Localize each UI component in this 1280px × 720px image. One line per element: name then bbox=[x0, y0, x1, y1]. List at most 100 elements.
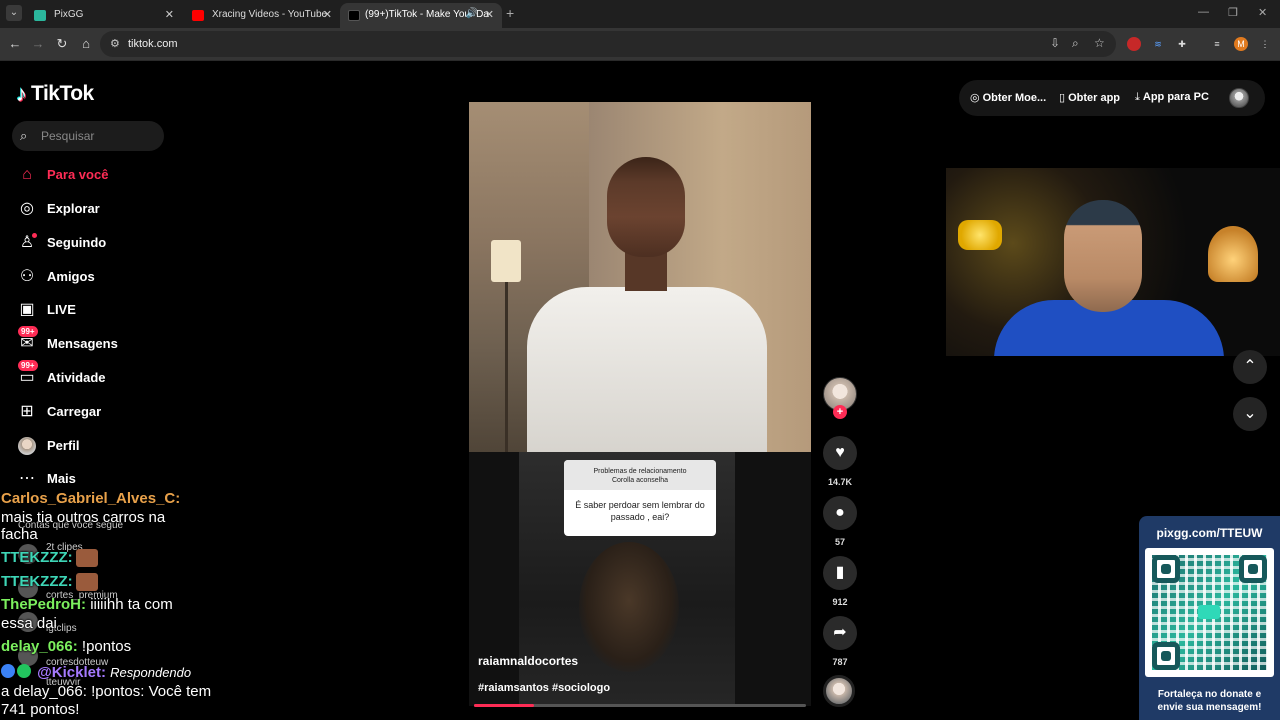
sidebar-item-atividade[interactable]: ▭ 99+ Atividade bbox=[16, 360, 176, 390]
sidebar-item-explorar[interactable]: ◎ Explorar bbox=[16, 197, 176, 221]
bookmark-icon: ▮ bbox=[835, 564, 845, 581]
tab-title: PixGG bbox=[54, 9, 84, 20]
coin-icon: ◎ bbox=[970, 92, 980, 104]
extension-red-icon[interactable] bbox=[1127, 37, 1141, 51]
profile-avatar-icon[interactable]: M bbox=[1234, 37, 1248, 51]
tab-search-button[interactable]: ⌄ bbox=[6, 5, 22, 21]
donate-message-line: Fortaleça no donate e bbox=[1157, 689, 1262, 700]
chat-username: @Kicklet: bbox=[37, 664, 106, 681]
browser-menu-icon[interactable]: ⋮ bbox=[1258, 37, 1272, 51]
save-button[interactable]: ▮ bbox=[823, 556, 857, 590]
extensions-puzzle-icon[interactable]: ✚ bbox=[1175, 37, 1189, 51]
pc-app-button[interactable]: ⤓ App para PC bbox=[1135, 91, 1209, 104]
qr-finder bbox=[1152, 642, 1180, 670]
chat-message: iiiiihh ta com bbox=[90, 596, 173, 613]
url-text[interactable]: tiktok.com bbox=[128, 38, 178, 50]
sidebar-item-mensagens[interactable]: ✉ 99+ Mensagens bbox=[16, 326, 176, 356]
close-icon[interactable]: ✕ bbox=[165, 8, 174, 21]
sidebar-item-label: Amigos bbox=[47, 269, 95, 284]
sidebar-item-para-voce[interactable]: ⌂ Para você bbox=[16, 163, 176, 187]
zoom-icon[interactable]: ⌕ bbox=[1072, 36, 1079, 51]
chat-message: facha bbox=[1, 526, 38, 543]
chat-message: a delay_066: !pontos: Você tem bbox=[1, 683, 212, 700]
sidebar-item-label: Seguindo bbox=[47, 235, 107, 250]
reading-list-icon[interactable]: ≡ bbox=[1210, 37, 1224, 51]
video-author[interactable]: raiamnaldocortes bbox=[478, 654, 578, 668]
question-header: Problemas de relacionamento Corolla acon… bbox=[564, 460, 716, 490]
site-info-icon[interactable]: ⚙ bbox=[110, 37, 120, 50]
toolbar-divider bbox=[0, 60, 1280, 61]
get-coins-button[interactable]: ◎ Obter Moe... bbox=[970, 91, 1046, 104]
video-person bbox=[527, 157, 767, 452]
close-icon[interactable]: ✕ bbox=[485, 8, 494, 21]
question-header-line: Problemas de relacionamento bbox=[593, 468, 687, 475]
sidebar-item-perfil[interactable]: Perfil bbox=[16, 434, 176, 458]
music-disc-icon[interactable] bbox=[823, 675, 855, 707]
chat-message: essa dai bbox=[1, 615, 57, 632]
sidebar-item-seguindo[interactable]: ♙ Seguindo bbox=[16, 231, 176, 255]
sidebar-item-live[interactable]: ▣ LIVE bbox=[16, 298, 176, 322]
webcam-person bbox=[994, 200, 1224, 356]
window-close-icon[interactable]: ✕ bbox=[1258, 6, 1267, 19]
live-icon: ▣ bbox=[19, 301, 35, 318]
tab-tiktok[interactable]: (99+)TikTok - Make Your Da 🔊 ✕ bbox=[340, 3, 502, 28]
forward-icon[interactable]: → bbox=[29, 35, 47, 53]
share-button[interactable]: ➦ bbox=[823, 616, 857, 650]
video-hashtags[interactable]: #raiamsantos #sociologo bbox=[478, 682, 610, 694]
new-tab-button[interactable]: + bbox=[506, 5, 514, 21]
chat-line: TTEKZZZ: bbox=[1, 549, 98, 568]
search-icon: ⌕ bbox=[20, 128, 28, 143]
logo-text: TikTok bbox=[31, 82, 94, 105]
home-icon[interactable]: ⌂ bbox=[77, 35, 95, 53]
close-icon[interactable]: ✕ bbox=[323, 8, 332, 21]
video-progress-bar[interactable] bbox=[474, 704, 806, 707]
previous-video-button[interactable]: ⌃ bbox=[1233, 350, 1267, 384]
donate-url: pixgg.com/TTEUW bbox=[1156, 526, 1263, 540]
chat-line: @Kicklet: Respondendo bbox=[1, 664, 191, 682]
tab-pixgg[interactable]: PixGG ✕ bbox=[22, 3, 182, 28]
restore-icon[interactable]: ❐ bbox=[1228, 6, 1238, 19]
extension-wave-icon[interactable]: ≋ bbox=[1151, 37, 1165, 51]
sidebar-item-mais[interactable]: ⋯ Mais bbox=[16, 467, 176, 491]
next-video-button[interactable]: ⌄ bbox=[1233, 397, 1267, 431]
lamp-shade bbox=[491, 240, 521, 282]
sidebar-item-label: Carregar bbox=[47, 404, 102, 419]
chat-username: delay_066: bbox=[1, 638, 78, 655]
tiktok-logo[interactable]: ♪ TikTok bbox=[16, 80, 94, 108]
minimize-icon[interactable]: — bbox=[1198, 6, 1209, 18]
search-placeholder: Pesquisar bbox=[41, 129, 95, 143]
sidebar-item-amigos[interactable]: ⚇ Amigos bbox=[16, 265, 176, 289]
comment-button[interactable]: ● bbox=[823, 496, 857, 530]
install-app-icon[interactable]: ⇩ bbox=[1050, 36, 1060, 50]
search-input[interactable]: ⌕ Pesquisar bbox=[12, 121, 164, 151]
sidebar-item-carregar[interactable]: ⊞ Carregar bbox=[16, 400, 176, 424]
pixgg-favicon-icon bbox=[34, 10, 46, 21]
tab-title: Xracing Videos - YouTube bbox=[212, 9, 328, 20]
back-icon[interactable]: ← bbox=[6, 35, 24, 53]
chat-message: Respondendo bbox=[110, 665, 192, 680]
chat-username: Carlos_Gabriel_Alves_C: bbox=[1, 490, 181, 507]
bookmark-star-icon[interactable]: ☆ bbox=[1094, 36, 1105, 50]
chat-line: a delay_066: !pontos: Você tem bbox=[1, 683, 211, 700]
sidebar-item-label: Mensagens bbox=[47, 336, 118, 351]
like-button[interactable]: ♥ bbox=[823, 436, 857, 470]
comment-icon: ● bbox=[835, 504, 845, 521]
emote-icon bbox=[75, 549, 98, 568]
address-bar[interactable]: ⚙ tiktok.com ⇩ ⌕ ☆ bbox=[100, 31, 1116, 57]
video-frame-top bbox=[469, 102, 811, 452]
person-shirt bbox=[527, 287, 767, 452]
user-avatar[interactable] bbox=[1229, 88, 1249, 108]
question-card: Problemas de relacionamento Corolla acon… bbox=[564, 460, 716, 536]
tab-youtube[interactable]: Xracing Videos - YouTube ✕ bbox=[180, 3, 340, 28]
video-player[interactable]: Problemas de relacionamento Corolla acon… bbox=[469, 102, 811, 706]
donate-widget: pixgg.com/TTEUW Fortaleça no donate e en… bbox=[1139, 516, 1280, 720]
audio-playing-icon[interactable]: 🔊 bbox=[466, 8, 478, 19]
get-app-button[interactable]: ▯ Obter app bbox=[1059, 91, 1120, 104]
chat-line: TTEKZZZ: bbox=[1, 573, 98, 592]
share-count: 787 bbox=[832, 657, 848, 667]
chat-username: TTEKZZZ: bbox=[1, 573, 73, 590]
browser-tab-bar: ⌄ PixGG ✕ Xracing Videos - YouTube ✕ (99… bbox=[0, 0, 1280, 28]
follow-plus-icon[interactable]: + bbox=[833, 405, 847, 419]
reload-icon[interactable]: ↻ bbox=[53, 35, 71, 53]
home-icon: ⌂ bbox=[22, 166, 32, 183]
